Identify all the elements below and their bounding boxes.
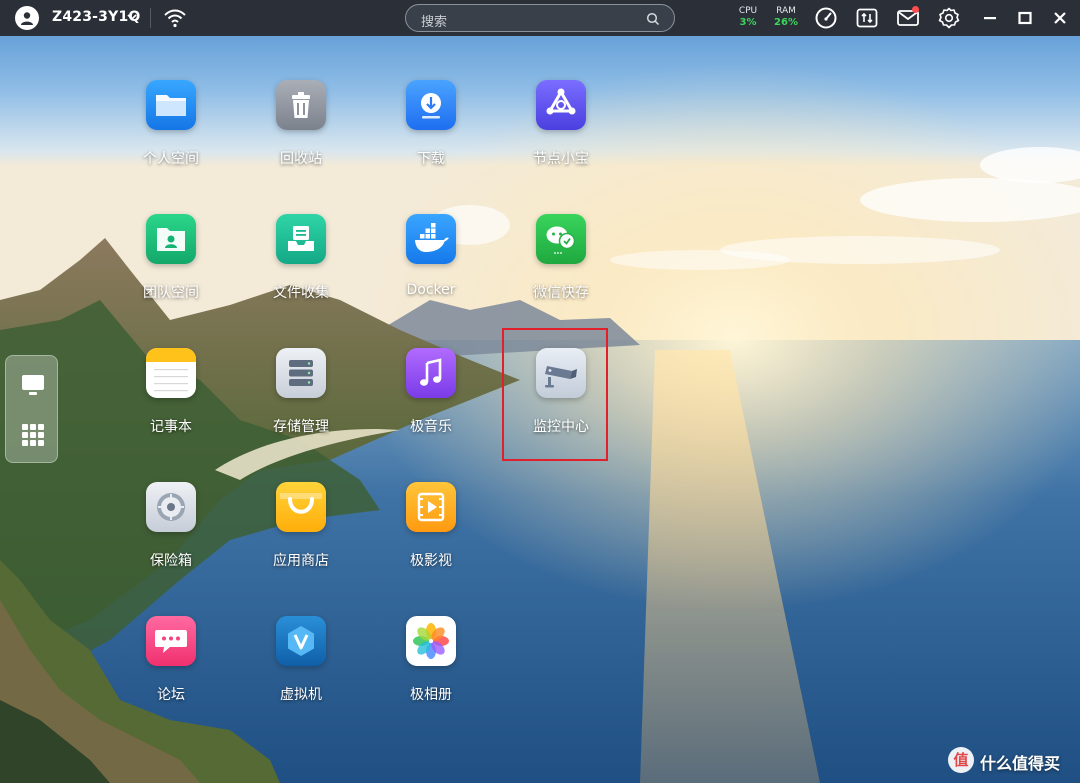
- monitor-icon[interactable]: [20, 372, 46, 398]
- maximize-icon[interactable]: [1016, 9, 1034, 27]
- topbar-divider: [150, 8, 151, 28]
- updown-icon[interactable]: [855, 6, 879, 30]
- ram-usage: RAM 26%: [771, 6, 801, 29]
- app-storage-manager[interactable]: 存储管理: [246, 348, 356, 468]
- wechat-icon: [536, 214, 586, 264]
- download-icon: [406, 80, 456, 130]
- watermark-logo: 值: [948, 747, 974, 773]
- cpu-label: CPU: [738, 6, 758, 16]
- app-label: 记事本: [150, 419, 192, 435]
- app-personal-space[interactable]: 个人空间: [116, 80, 226, 200]
- team-folder-icon: [146, 214, 196, 264]
- docker-icon: [406, 214, 456, 264]
- app-label: 虚拟机: [280, 687, 322, 703]
- app-label: 极音乐: [410, 419, 452, 435]
- app-label: 极影视: [410, 553, 452, 569]
- app-music[interactable]: 极音乐: [376, 348, 486, 468]
- app-store[interactable]: 应用商店: [246, 482, 356, 602]
- app-photos[interactable]: 极相册: [376, 616, 486, 736]
- app-label: 文件收集: [273, 285, 329, 301]
- cpu-usage: CPU 3%: [733, 6, 763, 29]
- notepad-icon: [146, 348, 196, 398]
- vm-icon: [276, 616, 326, 666]
- folder-icon: [146, 80, 196, 130]
- close-icon[interactable]: [1051, 9, 1069, 27]
- search-icon[interactable]: [646, 11, 660, 30]
- music-icon: [406, 348, 456, 398]
- search-placeholder: 搜索: [421, 15, 448, 30]
- app-wechat-save[interactable]: 微信快存: [506, 214, 616, 334]
- chevron-down-icon[interactable]: [127, 11, 137, 24]
- photos-icon: [406, 616, 456, 666]
- highlight-box: [502, 328, 608, 461]
- app-safe[interactable]: 保险箱: [116, 482, 226, 602]
- app-virtual-machine[interactable]: 虚拟机: [246, 616, 356, 736]
- app-label: Docker: [406, 282, 456, 298]
- app-forum[interactable]: 论坛: [116, 616, 226, 736]
- gear-icon[interactable]: [937, 6, 961, 30]
- inbox-icon: [276, 214, 326, 264]
- app-file-collect[interactable]: 文件收集: [246, 214, 356, 334]
- notification-badge: [912, 6, 919, 13]
- app-label: 存储管理: [273, 419, 329, 435]
- node-icon: [536, 80, 586, 130]
- minimize-icon[interactable]: [981, 9, 999, 27]
- app-team-space[interactable]: 团队空间: [116, 214, 226, 334]
- video-icon: [406, 482, 456, 532]
- ram-label: RAM: [776, 6, 796, 16]
- app-label: 节点小宝: [533, 151, 589, 167]
- ram-value: 26%: [774, 17, 798, 28]
- storage-icon: [276, 348, 326, 398]
- gauge-icon[interactable]: [814, 6, 838, 30]
- app-node-treasure[interactable]: 节点小宝: [506, 80, 616, 200]
- user-avatar-icon[interactable]: [15, 6, 39, 30]
- cpu-value: 3%: [739, 17, 757, 28]
- app-label: 下载: [417, 151, 445, 167]
- app-docker[interactable]: Docker: [376, 214, 486, 334]
- app-label: 保险箱: [150, 553, 192, 569]
- app-recycle-bin[interactable]: 回收站: [246, 80, 356, 200]
- app-grid-icon[interactable]: [20, 422, 46, 448]
- app-label: 论坛: [157, 687, 185, 703]
- app-label: 极相册: [410, 687, 452, 703]
- trash-icon: [276, 80, 326, 130]
- search-input[interactable]: 搜索: [405, 4, 675, 32]
- mail-icon[interactable]: [896, 6, 920, 30]
- watermark-text: 什么值得买: [980, 754, 1061, 773]
- forum-icon: [146, 616, 196, 666]
- app-label: 回收站: [280, 151, 322, 167]
- app-label: 微信快存: [533, 285, 589, 301]
- safe-icon: [146, 482, 196, 532]
- left-dock: [5, 355, 58, 463]
- wifi-icon[interactable]: [163, 7, 187, 33]
- top-bar: Z423-3Y1Q 搜索 CPU 3% RAM 26%: [0, 0, 1080, 36]
- app-download[interactable]: 下载: [376, 80, 486, 200]
- app-video[interactable]: 极影视: [376, 482, 486, 602]
- store-icon: [276, 482, 326, 532]
- app-label: 个人空间: [143, 151, 199, 167]
- watermark: 值 什么值得买: [948, 746, 1076, 776]
- app-notepad[interactable]: 记事本: [116, 348, 226, 468]
- app-label: 团队空间: [143, 285, 199, 301]
- app-label: 应用商店: [273, 553, 329, 569]
